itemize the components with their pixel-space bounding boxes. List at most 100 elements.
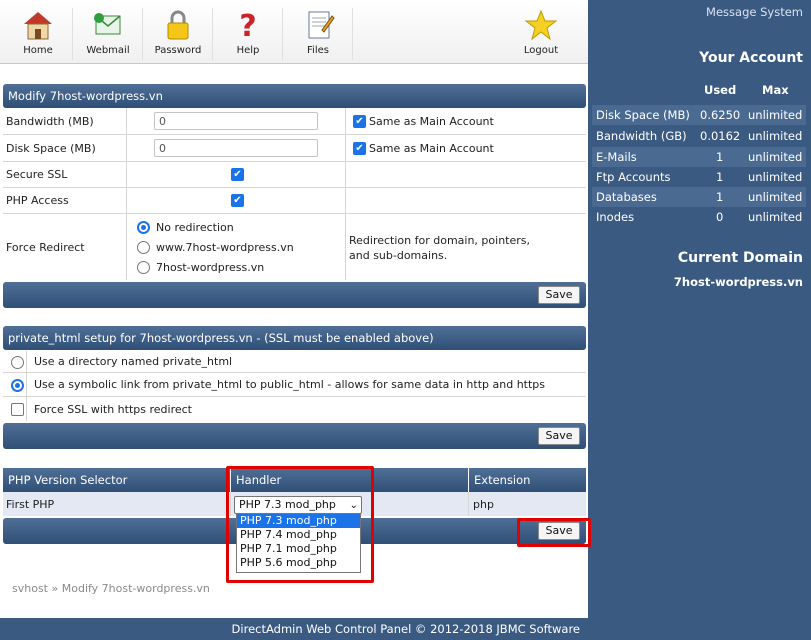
- www-redirect-label: www.7host-wordpress.vn: [156, 240, 294, 254]
- stat-label: Bandwidth (GB): [596, 129, 687, 143]
- private-html-link-label: Use a symbolic link from private_html to…: [34, 378, 546, 391]
- star-icon: [524, 9, 558, 41]
- stat-max: unlimited: [748, 170, 803, 184]
- bandwidth-same-label: Same as Main Account: [369, 114, 494, 128]
- stat-row: Inodes 0 unlimited: [592, 207, 806, 227]
- home-button[interactable]: Home: [3, 0, 73, 64]
- message-system-link[interactable]: Message System: [706, 5, 803, 19]
- php-access-checkbox[interactable]: ✔: [231, 194, 244, 207]
- current-domain-title: Current Domain: [677, 250, 803, 266]
- divider: [345, 108, 346, 280]
- password-label: Password: [154, 45, 202, 56]
- disk-space-row: Disk Space (MB) ✔ Same as Main Account: [3, 135, 586, 162]
- main-content: Modify 7host-wordpress.vn Bandwidth (MB)…: [0, 64, 591, 618]
- files-label: Files: [307, 45, 329, 56]
- footer-copyright: DirectAdmin Web Control Panel © 2012-201…: [231, 622, 580, 636]
- stat-row: Disk Space (MB) 0.6250 unlimited: [592, 105, 806, 125]
- toolbar-divider: [352, 8, 353, 60]
- webmail-label: Webmail: [86, 45, 130, 56]
- stat-max: unlimited: [748, 108, 803, 122]
- modify-save-bar: Save: [3, 282, 586, 308]
- non-www-redirect-radio[interactable]: [137, 261, 150, 274]
- svg-text:?: ?: [239, 9, 256, 42]
- webmail-button[interactable]: Webmail: [73, 0, 143, 64]
- stat-row: Bandwidth (GB) 0.0162 unlimited: [592, 126, 806, 146]
- handler-option[interactable]: PHP 7.4 mod_php: [237, 528, 360, 542]
- no-redirection-radio[interactable]: [137, 221, 150, 234]
- private-html-save-bar: Save: [3, 423, 586, 449]
- password-button[interactable]: Password: [143, 0, 213, 64]
- php-selector-header: PHP Version Selector: [3, 468, 230, 492]
- home-icon: [24, 12, 52, 40]
- stat-max: unlimited: [748, 190, 803, 204]
- handler-option[interactable]: PHP 5.6 mod_php: [237, 556, 360, 570]
- disk-same-checkbox[interactable]: ✔: [353, 142, 366, 155]
- current-domain-value: 7host-wordpress.vn: [673, 275, 803, 289]
- disk-space-input[interactable]: [154, 139, 318, 157]
- private-html-save-button[interactable]: Save: [538, 427, 580, 445]
- divider: [468, 492, 469, 516]
- stat-used: 1: [716, 170, 724, 184]
- force-ssl-label: Force SSL with https redirect: [34, 402, 192, 416]
- modify-panel-title: Modify 7host-wordpress.vn: [3, 84, 586, 108]
- www-redirect-radio[interactable]: [137, 241, 150, 254]
- stat-max: unlimited: [748, 129, 803, 143]
- handler-dropdown-list: PHP 7.3 mod_php PHP 7.4 mod_php PHP 7.1 …: [236, 513, 361, 573]
- stat-row: Ftp Accounts 1 unlimited: [592, 167, 806, 187]
- no-redirection-label: No redirection: [156, 220, 234, 234]
- secure-ssl-row: Secure SSL ✔: [3, 162, 586, 188]
- stat-row: Databases 1 unlimited: [592, 187, 806, 207]
- private-html-link-radio[interactable]: [11, 379, 24, 392]
- breadcrumb: svhost » Modify 7host-wordpress.vn: [12, 582, 210, 595]
- force-ssl-row: Force SSL with https redirect: [3, 397, 586, 421]
- non-www-redirect-label: 7host-wordpress.vn: [156, 260, 265, 274]
- help-label: Help: [236, 45, 260, 56]
- php-access-row: PHP Access ✔: [3, 188, 586, 214]
- bandwidth-same-checkbox[interactable]: ✔: [353, 115, 366, 128]
- redirect-note-line2: and sub-domains.: [349, 248, 448, 262]
- files-button[interactable]: Files: [283, 0, 353, 64]
- breadcrumb-current: Modify 7host-wordpress.vn: [61, 582, 210, 595]
- stat-label: Ftp Accounts: [596, 170, 671, 184]
- lock-icon: [167, 10, 189, 40]
- help-button[interactable]: ? Help: [213, 0, 283, 64]
- bandwidth-label: Bandwidth (MB): [6, 114, 94, 128]
- force-ssl-checkbox[interactable]: [11, 403, 24, 416]
- stat-row: E-Mails 1 unlimited: [592, 147, 806, 167]
- php-version-name: First PHP: [6, 497, 55, 511]
- handler-option[interactable]: PHP 7.3 mod_php: [237, 514, 360, 528]
- force-redirect-row: Force Redirect No redirection www.7host-…: [3, 214, 586, 280]
- breadcrumb-root-link[interactable]: svhost: [12, 582, 48, 595]
- private-html-panel-title: private_html setup for 7host-wordpress.v…: [3, 326, 586, 350]
- force-redirect-label: Force Redirect: [6, 240, 85, 254]
- files-icon: [308, 11, 335, 39]
- your-account-title: Your Account: [699, 50, 803, 66]
- private-html-link-row: Use a symbolic link from private_html to…: [3, 373, 586, 397]
- stat-used: 0.6250: [700, 108, 741, 122]
- stat-label: Disk Space (MB): [596, 108, 690, 122]
- disk-space-label: Disk Space (MB): [6, 141, 96, 155]
- save-highlight-box: [517, 518, 591, 547]
- divider: [126, 108, 127, 280]
- php-access-label: PHP Access: [6, 194, 69, 207]
- logout-label: Logout: [523, 45, 559, 56]
- home-label: Home: [23, 45, 53, 56]
- extension-header: Extension: [469, 468, 586, 492]
- bandwidth-row: Bandwidth (MB) ✔ Same as Main Account: [3, 108, 586, 135]
- handler-option[interactable]: PHP 7.1 mod_php: [237, 542, 360, 556]
- stat-label: Inodes: [596, 210, 635, 224]
- question-icon: ?: [239, 9, 256, 42]
- private-html-dir-row: Use a directory named private_html: [3, 351, 586, 373]
- mail-icon: [94, 13, 121, 35]
- stat-used: 1: [716, 150, 724, 164]
- secure-ssl-label: Secure SSL: [6, 168, 68, 181]
- logout-button[interactable]: Logout: [506, 0, 576, 64]
- private-html-dir-radio[interactable]: [11, 356, 24, 369]
- stat-max: unlimited: [748, 150, 803, 164]
- stat-used: 0.0162: [700, 129, 741, 143]
- private-html-dir-label: Use a directory named private_html: [34, 355, 233, 368]
- bandwidth-input[interactable]: [154, 112, 318, 130]
- secure-ssl-checkbox[interactable]: ✔: [231, 168, 244, 181]
- top-toolbar: Home Webmail Password ? Help Files Logou…: [0, 0, 588, 64]
- modify-save-button[interactable]: Save: [538, 286, 580, 304]
